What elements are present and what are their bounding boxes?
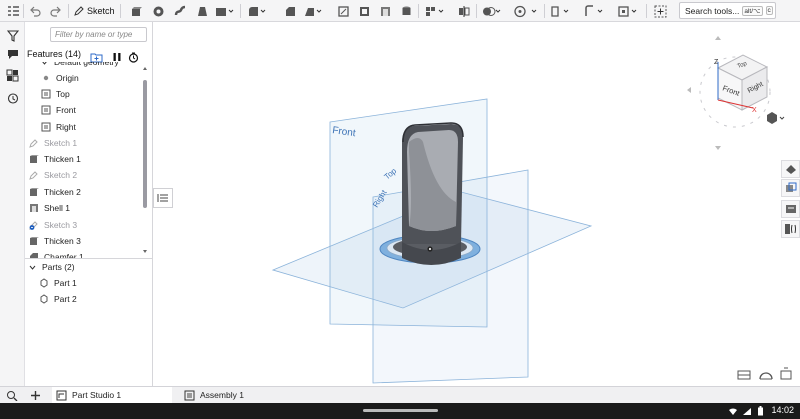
tab-assembly-1[interactable]: Assembly 1 [180, 387, 290, 403]
feature-list-icon[interactable] [6, 3, 20, 19]
thicken-icon [29, 236, 39, 246]
divider [25, 258, 153, 259]
undo-icon[interactable] [28, 3, 42, 19]
feature-item[interactable]: Front [41, 103, 76, 117]
part-studio-icon [56, 390, 67, 400]
plane-dropdown[interactable] [549, 3, 571, 19]
axis-z-label: Z [714, 59, 719, 66]
custom-features-icon[interactable] [781, 220, 800, 238]
loft-icon[interactable] [194, 3, 210, 19]
feature-item[interactable]: Shell 1 [29, 201, 70, 215]
left-rail [0, 22, 25, 400]
scroll-down-icon [143, 250, 147, 253]
plane-icon [41, 122, 51, 132]
pencil-icon [29, 170, 39, 180]
system-status-bar: 14:02 [0, 403, 800, 419]
sketch-button[interactable]: Sketch [73, 3, 115, 19]
shortcut-key-c: c [765, 6, 773, 15]
thicken-icon [29, 187, 39, 197]
sketch-label: Sketch [87, 6, 115, 16]
document-tabs: Part Studio 1 Assembly 1 [0, 386, 800, 405]
feature-item[interactable]: Sketch 3 [29, 218, 77, 232]
chevron-down-icon [27, 262, 37, 272]
feature-list-scrollbar[interactable] [142, 62, 148, 258]
variables-icon[interactable] [781, 200, 800, 218]
feature-panel: Filter by name or type Features (14) Def… [25, 22, 153, 386]
section-view-icon[interactable] [737, 370, 751, 380]
comments-icon[interactable] [5, 46, 20, 61]
feature-item[interactable]: Thicken 3 [29, 234, 81, 248]
shell-dropdown[interactable] [302, 3, 324, 19]
cylinder-icon[interactable] [398, 3, 414, 19]
mass-properties-icon[interactable] [780, 367, 792, 380]
add-tab-icon[interactable] [27, 387, 43, 403]
features-title: Features (14) [27, 49, 82, 59]
home-indicator[interactable] [363, 409, 438, 412]
signal-icon [743, 408, 751, 415]
mirror-icon[interactable] [456, 3, 472, 19]
transform-dropdown[interactable] [513, 3, 539, 19]
fillet-dropdown[interactable] [246, 3, 268, 19]
rib-icon[interactable] [356, 3, 372, 19]
thicken-icon [29, 154, 39, 164]
wifi-icon [729, 408, 737, 415]
part-item[interactable]: Part 1 [39, 276, 77, 290]
part-icon [39, 278, 49, 288]
view-list-icon[interactable] [4, 387, 20, 403]
draft-icon[interactable] [335, 3, 351, 19]
measure-icon[interactable] [759, 372, 773, 380]
extrude-icon[interactable] [128, 3, 144, 19]
frame-dropdown[interactable] [617, 3, 639, 19]
pencil-icon [29, 220, 39, 230]
parts-header[interactable]: Parts (2) [27, 260, 75, 274]
chamfer-icon[interactable] [282, 3, 298, 19]
view-cube[interactable]: Top Front Right Z X [687, 36, 771, 150]
axis-x-label: X [752, 107, 757, 114]
feature-item[interactable]: Origin [41, 71, 79, 85]
assembly-icon [184, 390, 195, 400]
scroll-thumb[interactable] [143, 80, 147, 208]
pattern-dropdown[interactable] [424, 3, 446, 19]
thicken-dropdown[interactable] [214, 3, 236, 19]
pencil-icon [29, 138, 39, 148]
feature-item[interactable]: Sketch 2 [29, 168, 77, 182]
feature-item[interactable]: Thicken 1 [29, 152, 81, 166]
shell-icon[interactable] [377, 3, 393, 19]
shell-icon [29, 203, 39, 213]
sheet-metal-dropdown[interactable] [583, 3, 605, 19]
battery-icon [758, 406, 763, 416]
redo-icon[interactable] [49, 3, 63, 19]
boolean-dropdown[interactable] [481, 3, 503, 19]
sweep-icon[interactable] [172, 3, 188, 19]
history-icon[interactable] [5, 90, 20, 105]
scene-svg: Front Top Right Top Front Right Z X [271, 36, 792, 384]
appearance-panel-icon[interactable] [781, 160, 800, 178]
main-toolbar: Sketch Search tools... alt/⌥ c [0, 0, 800, 22]
configurations-icon[interactable] [781, 179, 800, 197]
plane-icon [41, 89, 51, 99]
feature-item[interactable]: Right [41, 120, 76, 134]
plane-icon [41, 105, 51, 115]
feature-item[interactable]: Thicken 2 [29, 185, 81, 199]
revolve-icon[interactable] [150, 3, 166, 19]
part-item[interactable]: Part 2 [39, 292, 77, 306]
feature-item[interactable]: Top [41, 87, 70, 101]
pencil-icon [74, 6, 84, 16]
clock: 14:02 [771, 405, 794, 415]
search-tools-input[interactable]: Search tools... alt/⌥ c [679, 2, 776, 19]
graphics-viewport[interactable]: Front Top Right Top Front Right Z X [173, 22, 800, 386]
rollback-list-icon[interactable] [153, 188, 173, 208]
add-custom-feature-icon[interactable] [652, 3, 668, 19]
search-tools-label: Search tools... [685, 5, 740, 16]
origin-point-icon [41, 73, 51, 83]
filter-input[interactable]: Filter by name or type [50, 27, 147, 42]
shortcut-key-alt: alt/⌥ [742, 5, 763, 16]
part-icon [39, 294, 49, 304]
filter-icon[interactable] [5, 28, 20, 43]
parts-icon[interactable] [5, 68, 20, 83]
view-options-icon[interactable] [767, 112, 785, 124]
feature-item[interactable]: Sketch 1 [29, 136, 77, 150]
rebuild-timer-icon[interactable] [128, 49, 139, 65]
scroll-up-icon [143, 67, 147, 70]
